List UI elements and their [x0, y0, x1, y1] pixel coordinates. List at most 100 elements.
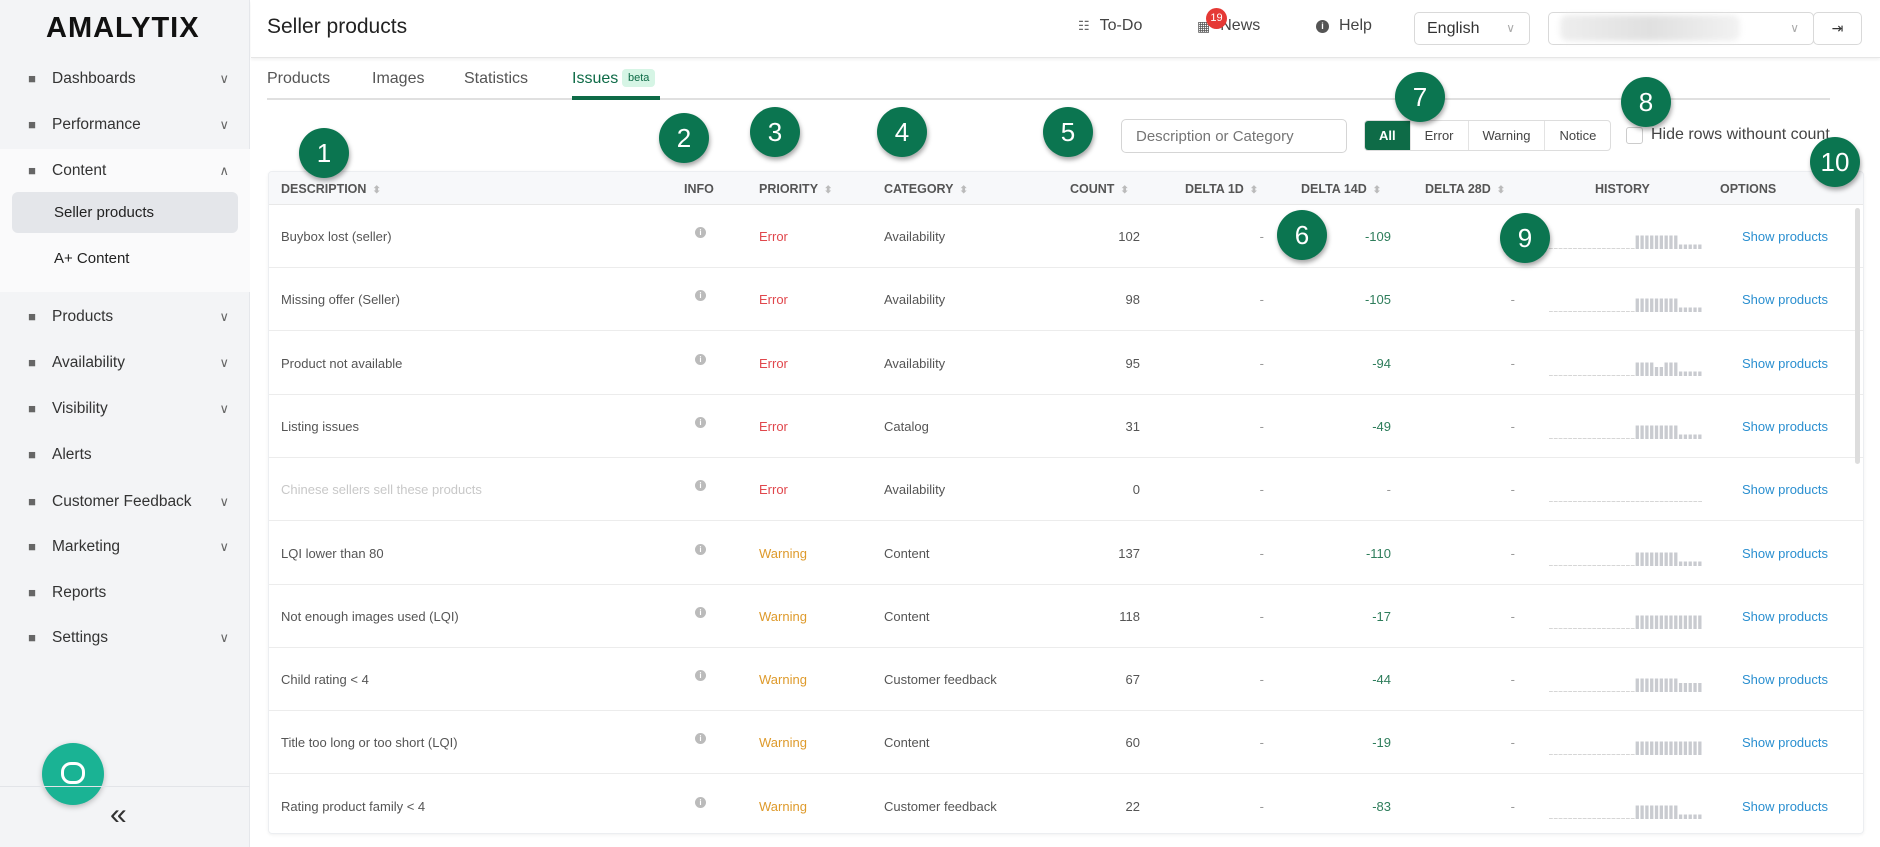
show-products-link[interactable]: Show products	[1742, 799, 1828, 814]
history-bar	[1688, 741, 1692, 756]
history-bar	[1616, 817, 1621, 819]
chevron-down-icon: ∨	[219, 401, 229, 416]
history-bar	[1640, 425, 1644, 439]
sidebar-item-dashboards[interactable]: ■ Dashboards ∨	[24, 64, 229, 94]
column-header-priority[interactable]: PRIORITY ⬍	[759, 182, 832, 196]
sidebar-item-performance[interactable]: ■ Performance ∨	[24, 110, 229, 140]
todo-button[interactable]: ☷ To-Do	[1078, 17, 1142, 35]
priority: Error	[759, 229, 788, 244]
sidebar-item-customer-feedback[interactable]: ■ Customer Feedback ∨	[24, 487, 229, 517]
info-icon[interactable]: i	[695, 733, 706, 745]
sidebar-item-reports[interactable]: ■ Reports	[24, 578, 229, 608]
show-products-link[interactable]: Show products	[1742, 356, 1828, 371]
show-products-link[interactable]: Show products	[1742, 292, 1828, 307]
history-bar	[1650, 805, 1654, 819]
column-header-delta-14d[interactable]: DELTA 14D ⬍	[1301, 182, 1381, 196]
history-bar	[1592, 564, 1597, 566]
history-bar	[1587, 374, 1592, 376]
collapse-sidebar-button[interactable]: «	[110, 798, 127, 832]
help-button[interactable]: i Help	[1316, 17, 1372, 35]
scrollbar[interactable]	[1855, 208, 1860, 464]
history-bar	[1626, 817, 1630, 819]
show-products-link[interactable]: Show products	[1742, 482, 1828, 497]
sidebar-item-seller-products[interactable]: Seller products	[12, 192, 238, 233]
tab-statistics[interactable]: Statistics	[464, 70, 528, 88]
filter-warning[interactable]: Warning	[1467, 121, 1545, 150]
history-bar	[1573, 311, 1577, 313]
tab-images[interactable]: Images	[372, 70, 424, 88]
language-select[interactable]: English ∨	[1414, 12, 1530, 45]
filter-all[interactable]: All	[1365, 121, 1410, 150]
show-products-link[interactable]: Show products	[1742, 419, 1828, 434]
history-bar	[1640, 501, 1645, 503]
history-bar	[1659, 805, 1663, 819]
filter-error[interactable]: Error	[1409, 121, 1468, 150]
info-icon[interactable]: i	[695, 796, 706, 808]
sort-icon: ⬍	[1496, 185, 1506, 196]
history-bar	[1587, 754, 1592, 756]
description: Missing offer (Seller)	[281, 292, 400, 308]
callout-marker-7: 7	[1395, 72, 1445, 122]
column-header-category[interactable]: CATEGORY ⬍	[884, 182, 968, 196]
delta-28d: -	[1510, 292, 1515, 308]
tab-products[interactable]: Products	[267, 70, 330, 88]
tab-issues[interactable]: Issues	[572, 70, 618, 88]
info-icon[interactable]: i	[695, 670, 706, 682]
history-bar	[1659, 425, 1663, 439]
history-bar	[1645, 805, 1649, 819]
logout-button[interactable]: ⇥	[1813, 12, 1862, 45]
info-icon[interactable]: i	[695, 290, 706, 302]
history-sparkline	[1549, 501, 1702, 503]
history-bar	[1577, 754, 1582, 756]
table-row: Not enough images used (LQI) i Warning Cont…	[269, 585, 1863, 648]
show-products-link[interactable]: Show products	[1742, 229, 1828, 244]
table-header: DESCRIPTION ⬍ INFO PRIORITY ⬍ CATEGORY ⬍ COUNT ⬍…	[269, 172, 1863, 205]
column-header-delta-28d[interactable]: DELTA 28D ⬍	[1425, 182, 1505, 196]
history-bar	[1640, 615, 1644, 629]
category: Customer feedback	[884, 798, 997, 814]
info-icon[interactable]: i	[695, 543, 706, 555]
hide-rows-checkbox[interactable]	[1626, 127, 1643, 144]
history-sparkline	[1549, 298, 1702, 313]
history-bar	[1568, 627, 1573, 629]
history-bar	[1606, 311, 1611, 313]
history-bar	[1664, 805, 1668, 819]
show-products-link[interactable]: Show products	[1742, 546, 1828, 561]
column-header-count[interactable]: COUNT ⬍	[1070, 182, 1129, 196]
history-bar	[1650, 362, 1654, 376]
info-icon[interactable]: i	[695, 606, 706, 618]
sidebar-item-availability[interactable]: ■ Availability ∨	[24, 348, 229, 378]
history-bar	[1573, 817, 1577, 819]
sidebar-item-a-content[interactable]: A+ Content	[12, 238, 238, 279]
history-bar	[1693, 615, 1697, 629]
history-bar	[1693, 683, 1697, 693]
column-header-delta-1d[interactable]: DELTA 1D ⬍	[1185, 182, 1258, 196]
history-bar	[1606, 437, 1611, 439]
history-bar	[1698, 371, 1702, 376]
info-icon[interactable]: i	[695, 416, 706, 428]
callout-marker-3: 3	[750, 107, 800, 157]
sidebar-item-settings[interactable]: ■ Settings ∨	[24, 623, 229, 653]
info-icon[interactable]: i	[695, 353, 706, 365]
history-bar	[1606, 564, 1611, 566]
history-bar	[1611, 437, 1616, 439]
show-products-link[interactable]: Show products	[1742, 735, 1828, 750]
info-icon[interactable]: i	[695, 227, 706, 238]
sidebar-item-content[interactable]: ■ Content ∧	[24, 156, 229, 186]
show-products-link[interactable]: Show products	[1742, 672, 1828, 687]
sidebar-item-marketing[interactable]: ■ Marketing ∨	[24, 532, 229, 562]
search-input[interactable]	[1121, 119, 1347, 153]
sidebar-item-alerts[interactable]: ■ Alerts	[24, 440, 229, 470]
info-icon[interactable]: i	[695, 480, 706, 492]
history-bar	[1558, 627, 1563, 629]
history-bar	[1549, 691, 1553, 693]
chat-button[interactable]	[42, 743, 104, 805]
show-products-link[interactable]: Show products	[1742, 609, 1828, 624]
history-bar	[1626, 754, 1630, 756]
filter-notice[interactable]: Notice	[1544, 121, 1610, 150]
delta-28d: -	[1510, 735, 1515, 751]
column-header-description[interactable]: DESCRIPTION ⬍	[281, 182, 381, 196]
history-bar	[1611, 564, 1616, 566]
sidebar-item-products[interactable]: ■ Products ∨	[24, 302, 229, 332]
sidebar-item-visibility[interactable]: ■ Visibility ∨	[24, 394, 229, 424]
